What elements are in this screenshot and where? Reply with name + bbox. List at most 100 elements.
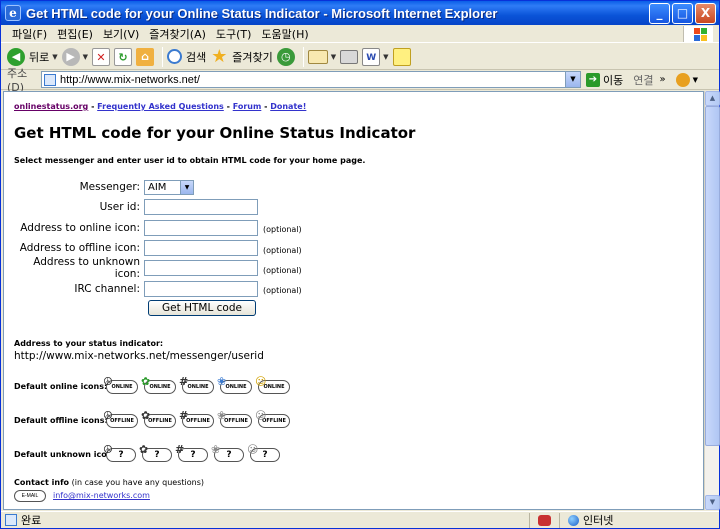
windows-logo-icon <box>683 26 713 42</box>
msn-butterfly-icon: ❀ <box>211 442 221 456</box>
chevron-right-icon[interactable]: » <box>660 74 666 85</box>
address-url[interactable]: http://www.mix-networks.net/ <box>60 74 200 86</box>
offline-icons-label: Default offline icons: <box>14 416 108 426</box>
yahoo-online-icon: ☺ ONLINE <box>255 376 290 394</box>
edit-button[interactable]: W ▼ <box>362 46 389 68</box>
close-button[interactable]: X <box>695 3 716 24</box>
favorites-label: 즐겨찾기 <box>232 50 273 64</box>
menu-bar: 파일(F) 편집(E) 보기(V) 즐겨찾기(A) 도구(T) 도움말(H) <box>1 25 719 43</box>
icon-online-text: ONLINE <box>187 383 209 390</box>
icon-unknown-text: ? <box>190 449 196 460</box>
contact-label: Contact info <box>14 477 70 487</box>
irc-hash-icon: # <box>175 442 185 456</box>
back-label: 뒤로 <box>29 50 50 64</box>
browser-window: e Get HTML code for your Online Status I… <box>0 0 720 529</box>
history-button[interactable]: ◷ <box>276 46 295 68</box>
norton-icon[interactable] <box>675 72 690 87</box>
menu-edit[interactable]: 편집(E) <box>52 26 98 42</box>
chevron-down-icon[interactable]: ▼ <box>383 53 388 61</box>
search-icon <box>167 49 183 64</box>
chevron-down-icon[interactable]: ▼ <box>180 180 193 194</box>
title-bar[interactable]: e Get HTML code for your Online Status I… <box>1 1 719 25</box>
online-icons-row: Default online icons: ☮ ONLINE ✿ ONLINE # O… <box>14 374 693 396</box>
status-divider <box>559 512 560 528</box>
scroll-up-button[interactable]: ▲ <box>705 91 720 106</box>
forward-button[interactable]: ▶ ▼ <box>61 46 88 68</box>
link-faq[interactable]: Frequently Asked Questions <box>97 102 224 111</box>
irc-offline-icon: # OFFLINE <box>179 410 214 428</box>
chevron-down-icon[interactable]: ▼ <box>52 53 57 61</box>
intro-text: Select messenger and enter user id to ob… <box>14 156 366 165</box>
menu-help[interactable]: 도움말(H) <box>256 26 313 42</box>
get-html-code-button[interactable]: Get HTML code <box>148 299 256 316</box>
aim-unknown-icon: ☮? <box>103 444 136 462</box>
chevron-down-icon[interactable]: ▼ <box>693 76 698 84</box>
irc-label: IRC channel: <box>74 282 140 295</box>
optional-note: (optional) <box>263 265 302 275</box>
address-input[interactable]: http://www.mix-networks.net/ ▼ <box>41 71 581 88</box>
vertical-scrollbar[interactable]: ▲ ▼ <box>704 91 720 510</box>
messenger-select[interactable]: AIM ▼ <box>144 179 194 195</box>
chevron-down-icon[interactable]: ▼ <box>83 53 88 61</box>
search-label: 검색 <box>186 50 207 64</box>
menu-favorites[interactable]: 즐겨찾기(A) <box>144 26 211 42</box>
address-label: 주소(D) <box>7 67 28 94</box>
refresh-button[interactable]: ↻ <box>114 46 133 68</box>
link-forum[interactable]: Forum <box>233 102 262 111</box>
offline-icon-input[interactable] <box>144 240 258 257</box>
note-icon <box>392 47 411 66</box>
link-separator: - <box>223 102 233 111</box>
icon-offline-text: OFFLINE <box>110 417 134 424</box>
icq-online-icon: ✿ ONLINE <box>141 376 176 394</box>
links-label[interactable]: 연결 <box>633 72 653 88</box>
yahoo-unknown-icon: ☺? <box>247 444 280 462</box>
online-icon-input[interactable] <box>144 219 258 236</box>
icq-flower-icon: ✿ <box>139 442 149 456</box>
scroll-down-button[interactable]: ▼ <box>705 495 720 510</box>
minimize-button[interactable]: _ <box>649 3 670 24</box>
online-icons-label: Default online icons: <box>14 382 108 392</box>
print-button[interactable] <box>340 46 359 68</box>
page-viewport: onlinestatus.org - Frequently Asked Ques… <box>3 91 704 510</box>
icon-online-text: ONLINE <box>111 383 133 390</box>
status-bar: 완료 인터넷 <box>1 511 719 528</box>
page-icon <box>44 73 56 86</box>
icon-online-text: ONLINE <box>263 383 285 390</box>
userid-row: User id: <box>14 197 693 217</box>
toolbar-separator <box>162 46 164 67</box>
icon-online-text: ONLINE <box>225 383 247 390</box>
scroll-thumb[interactable] <box>705 106 720 446</box>
menu-view[interactable]: 보기(V) <box>98 26 144 42</box>
optional-note: (optional) <box>263 245 302 255</box>
link-donate[interactable]: Donate! <box>270 102 306 111</box>
menu-tools[interactable]: 도구(T) <box>211 26 257 42</box>
popup-blocked-icon[interactable] <box>538 514 551 526</box>
chevron-down-icon[interactable]: ▼ <box>565 72 580 87</box>
irc-input[interactable] <box>144 280 258 297</box>
aim-runner-icon: ☮ <box>103 374 113 388</box>
aim-runner-icon: ☮ <box>103 442 113 456</box>
unknown-icon-input[interactable] <box>144 260 258 277</box>
aim-runner-icon: ☮ <box>103 408 113 422</box>
msn-offline-icon: ❀ OFFLINE <box>217 410 252 428</box>
home-button[interactable]: ⌂ <box>136 46 155 68</box>
mail-button[interactable]: ▼ <box>307 46 336 68</box>
link-onlinestatus[interactable]: onlinestatus.org <box>14 102 88 111</box>
security-zone: 인터넷 <box>568 512 613 528</box>
stop-button[interactable]: ✕ <box>92 46 111 68</box>
unknown-icons-label: Default unknown icons: <box>14 450 121 460</box>
userid-input[interactable] <box>144 199 258 216</box>
page-title: Get HTML code for your Online Status Ind… <box>14 124 416 142</box>
messenger-selected-value: AIM <box>148 181 167 193</box>
search-button[interactable]: 검색 <box>167 46 206 68</box>
chevron-down-icon[interactable]: ▼ <box>331 53 336 61</box>
maximize-button[interactable]: □ <box>672 3 693 24</box>
favorites-button[interactable]: ★ 즐겨찾기 <box>210 46 273 68</box>
offline-icon-row: Address to offline icon: (optional) <box>14 238 693 258</box>
icq-unknown-icon: ✿? <box>139 444 172 462</box>
menu-file[interactable]: 파일(F) <box>7 26 52 42</box>
go-button[interactable]: ➔ 이동 <box>586 72 623 88</box>
email-link[interactable]: info@mix-networks.com <box>53 491 150 500</box>
messenger-button[interactable] <box>392 46 411 68</box>
history-icon: ◷ <box>276 47 295 66</box>
